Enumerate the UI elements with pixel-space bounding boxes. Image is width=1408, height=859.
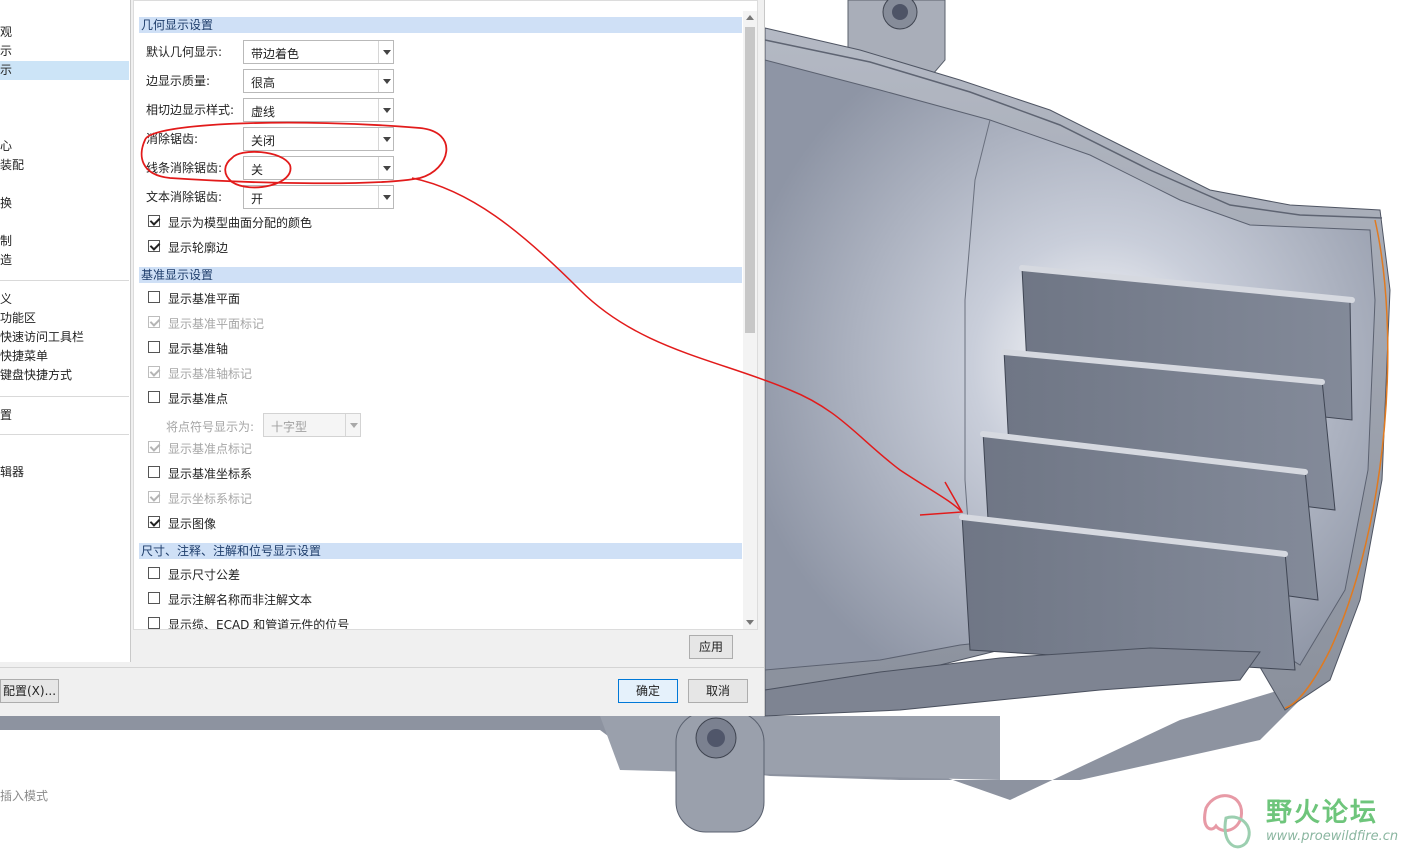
point-symbol-select: 十字型: [263, 413, 361, 437]
nav-item[interactable]: 置: [0, 406, 129, 425]
edge-quality-label: 边显示质量:: [146, 74, 211, 88]
nav-divider: [0, 434, 129, 435]
chevron-down-icon: [378, 70, 393, 92]
text-antialias-label: 文本消除锯齿:: [146, 190, 223, 204]
chevron-down-icon: [378, 128, 393, 150]
checkbox-box[interactable]: [148, 592, 160, 604]
nav-divider: [0, 396, 129, 397]
edge-quality-select[interactable]: 很高: [243, 69, 394, 93]
checkbox-box[interactable]: [148, 391, 160, 403]
select-value: 关闭: [251, 134, 276, 148]
settings-panel[interactable]: 几何显示设置 默认几何显示: 带边着色 边显示质量: 很高 相切边显示样式: 虚…: [133, 0, 758, 630]
chevron-down-icon: [378, 157, 393, 179]
checkbox-label: 显示基准坐标系: [168, 467, 253, 481]
chevron-down-icon: [378, 41, 393, 63]
select-value: 虚线: [251, 105, 276, 119]
nav-item[interactable]: 制: [0, 232, 129, 251]
vertical-scrollbar[interactable]: [743, 11, 757, 629]
checkbox-box[interactable]: [148, 341, 160, 353]
nav-item[interactable]: 键盘快捷方式: [0, 366, 129, 385]
select-value: 很高: [251, 76, 276, 90]
text-antialias-select[interactable]: 开: [243, 185, 394, 209]
status-mode-text: 插入模式: [0, 789, 49, 803]
checkbox-box[interactable]: [148, 240, 160, 252]
checkbox-box: [148, 491, 160, 503]
checkbox-label: 显示图像: [168, 517, 217, 531]
tangent-edge-select[interactable]: 虚线: [243, 98, 394, 122]
nav-item[interactable]: 快捷菜单: [0, 347, 129, 366]
chevron-down-icon: [345, 414, 360, 436]
checkbox-label: 显示轮廓边: [168, 241, 229, 255]
select-value: 十字型: [271, 420, 308, 434]
checkbox-label: 显示坐标系标记: [168, 492, 253, 506]
nav-item[interactable]: 示: [0, 42, 129, 61]
checkbox-box[interactable]: [148, 291, 160, 303]
checkbox-label: 显示基准平面标记: [168, 317, 265, 331]
antialias-select[interactable]: 关闭: [243, 127, 394, 151]
options-dialog: 观 示 示 心 装配 换 制 造 义 功能区 快速访问工具栏 快捷菜单 键盘快捷…: [0, 0, 765, 716]
chevron-down-icon: [378, 99, 393, 121]
apply-button[interactable]: 应用: [689, 635, 733, 659]
nav-divider: [0, 280, 129, 281]
scroll-thumb[interactable]: [745, 27, 755, 333]
nav-item-selected[interactable]: 示: [0, 61, 129, 80]
nav-item[interactable]: 换: [0, 194, 129, 213]
section-datum-header: 基准显示设置: [139, 267, 742, 283]
scroll-up-icon[interactable]: [746, 15, 754, 20]
default-geometry-select[interactable]: 带边着色: [243, 40, 394, 64]
nav-item[interactable]: 辑器: [0, 463, 129, 482]
select-value: 带边着色: [251, 47, 300, 61]
checkbox-label: 显示基准轴标记: [168, 367, 253, 381]
select-value: 关: [251, 163, 264, 177]
category-nav: 观 示 示 心 装配 换 制 造 义 功能区 快速访问工具栏 快捷菜单 键盘快捷…: [0, 0, 131, 662]
checkbox-label: 显示注解名称而非注解文本: [168, 593, 313, 607]
checkbox-label: 显示基准点标记: [168, 442, 253, 456]
select-value: 开: [251, 192, 264, 206]
watermark-title: 野火论坛: [1266, 798, 1379, 828]
checkbox-box: [148, 366, 160, 378]
nav-item[interactable]: 快速访问工具栏: [0, 328, 129, 347]
tangent-edge-label: 相切边显示样式:: [146, 103, 235, 117]
checkbox-label: 显示为模型曲面分配的颜色: [168, 216, 313, 230]
checkbox-box[interactable]: [148, 466, 160, 478]
checkbox-box[interactable]: [148, 617, 160, 629]
line-antialias-label: 线条消除锯齿:: [146, 161, 223, 175]
checkbox-box: [148, 441, 160, 453]
nav-item[interactable]: 功能区: [0, 309, 129, 328]
line-antialias-select[interactable]: 关: [243, 156, 394, 180]
footer-divider: [0, 667, 764, 668]
cancel-button[interactable]: 取消: [688, 679, 748, 703]
nav-item[interactable]: 装配: [0, 156, 129, 175]
checkbox-box[interactable]: [148, 516, 160, 528]
checkbox-box[interactable]: [148, 215, 160, 227]
chevron-down-icon: [378, 186, 393, 208]
point-symbol-label: 将点符号显示为:: [166, 420, 255, 434]
nav-item[interactable]: 心: [0, 137, 129, 156]
nav-item[interactable]: 造: [0, 251, 129, 270]
checkbox-box: [148, 316, 160, 328]
watermark-url: www.proewildfire.cn: [1266, 829, 1399, 844]
section-geometry-header: 几何显示设置: [139, 17, 742, 33]
checkbox-label: 显示基准轴: [168, 342, 229, 356]
scroll-down-icon[interactable]: [746, 620, 754, 625]
checkbox-label: 显示基准点: [168, 392, 229, 406]
checkbox-label: 显示尺寸公差: [168, 568, 241, 582]
antialias-label: 消除锯齿:: [146, 132, 199, 146]
nav-item[interactable]: 观: [0, 23, 129, 42]
checkbox-box[interactable]: [148, 567, 160, 579]
checkbox-label: 显示基准平面: [168, 292, 241, 306]
section-dims-header: 尺寸、注释、注解和位号显示设置: [139, 543, 742, 559]
nav-item[interactable]: 义: [0, 290, 129, 309]
default-geometry-label: 默认几何显示:: [146, 45, 223, 59]
config-button[interactable]: 配置(X)...: [0, 679, 59, 703]
ok-button[interactable]: 确定: [618, 679, 678, 703]
checkbox-label: 显示缆、ECAD 和管道元件的位号: [168, 618, 350, 630]
